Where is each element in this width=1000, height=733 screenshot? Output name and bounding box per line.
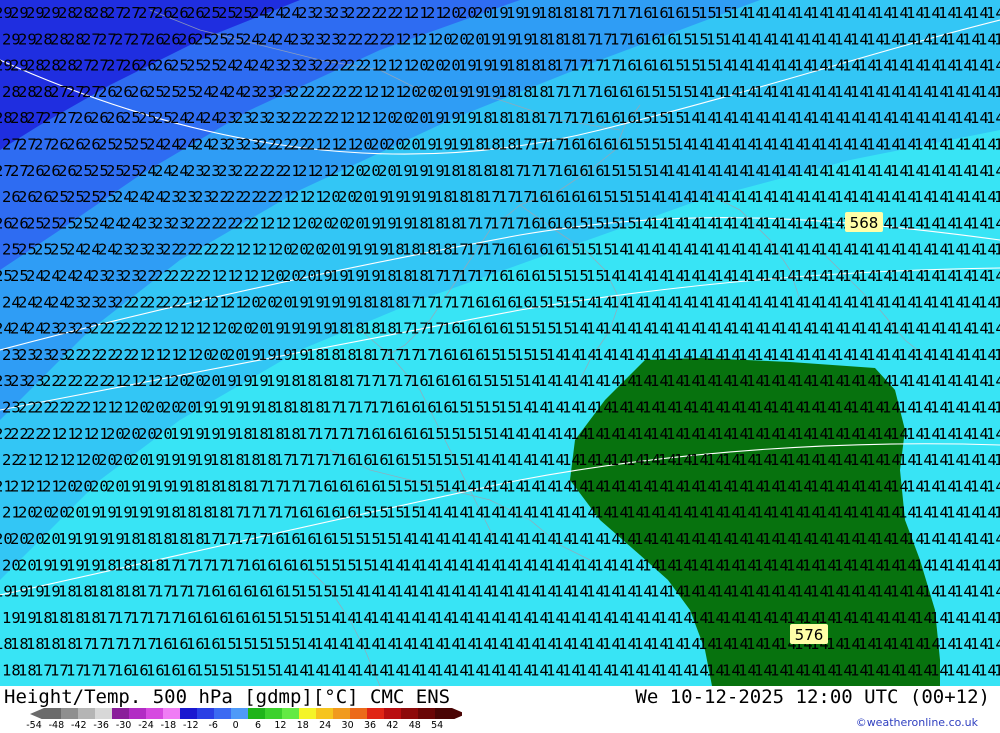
temperature-value: 14 [986,530,1000,548]
temperature-value: 14 [994,556,1000,574]
colorbar-swatch [350,708,367,719]
temperature-value: 14 [994,241,1000,259]
colorbar-tick-label: -36 [93,720,109,731]
colorbar-swatch [129,708,146,719]
colorbar-swatch [214,708,231,719]
colorbar-tick-label: 42 [386,720,399,731]
colorbar-tick-label: 30 [341,720,354,731]
temperature-value: 14 [986,267,1000,285]
colorbar-arrow-left [30,708,44,719]
colorbar-swatch [418,708,435,719]
colorbar-swatch [401,708,418,719]
colorbar-swatch [61,708,78,719]
temperature-value: 14 [986,635,1000,653]
temperature-value: 14 [986,162,1000,180]
map-title: Height/Temp. 500 hPa [gdmp][°C] CMC ENS [4,686,451,708]
temperature-value: 14 [986,4,1000,22]
colorbar-tick-label: 48 [408,720,421,731]
temperature-value: 14 [994,346,1000,364]
colorbar-swatch [265,708,282,719]
temperature-value: 14 [994,399,1000,417]
colorbar-tick-label: 36 [363,720,377,731]
colorbar-tick-label: 12 [274,720,287,731]
temperature-value: 14 [986,372,1000,390]
colorbar-swatch [435,708,452,719]
map-canvas: 2929292928282827272726262625252524242423… [0,0,1000,686]
colorbar-tick-label: 24 [319,720,332,731]
map-panel: 2929292928282827272726262625252524242423… [0,0,1000,686]
colorbar-tick-label: -24 [138,720,154,731]
contour-label-568: 568 [845,212,883,232]
temperature-value: 14 [986,320,1000,338]
temperature-value: 14 [994,136,1000,154]
colorbar-swatch [248,708,265,719]
temperature-value: 14 [994,293,1000,311]
temperature-value: 14 [986,477,1000,495]
temperature-value: 14 [986,109,1000,127]
colorbar-tick-label: -42 [71,720,87,731]
temperature-value: 14 [994,609,1000,627]
temperature-value: 14 [986,583,1000,601]
colorbar-swatch [384,708,401,719]
temperature-value: 14 [994,30,1000,48]
temperature-value: 14 [994,504,1000,522]
contour-label-576: 576 [790,624,828,644]
colorbar-tick-label: 0 [232,720,239,731]
colorbar-swatch [163,708,180,719]
colorbar-swatch [180,708,197,719]
colorbar-tick-label: -54 [26,720,42,731]
temperature-value: 14 [986,425,1000,443]
colorbar-tick-label: 6 [254,720,262,731]
colorbar-swatch [316,708,333,719]
colorbar-swatch [78,708,95,719]
colorbar-swatch [231,708,248,719]
valid-datetime: We 10-12-2025 12:00 UTC (00+12) [635,686,990,708]
colorbar [30,708,462,719]
colorbar-swatch [197,708,214,719]
colorbar-swatch [95,708,112,719]
colorbar-swatch [146,708,163,719]
colorbar-tick-label: 18 [296,720,309,731]
colorbar-swatch [282,708,299,719]
colorbar-swatch [333,708,350,719]
credit-link[interactable]: ©weatheronline.co.uk [856,716,978,729]
colorbar-swatch [367,708,384,719]
colorbar-arrow-right [452,708,462,719]
temperature-value: 14 [986,57,1000,75]
colorbar-tick-label: -12 [183,720,199,731]
temperature-value: 14 [994,662,1000,680]
colorbar-tick-label: -18 [160,720,177,731]
colorbar-tick-label: -30 [115,720,132,731]
colorbar-swatch [44,708,61,719]
footer: Height/Temp. 500 hPa [gdmp][°C] CMC ENS … [0,686,1000,733]
contour-label-576-text: 576 [795,626,824,644]
temperature-value: 14 [994,83,1000,101]
temperature-value: 14 [994,188,1000,206]
colorbar-tick-label: -48 [48,720,65,731]
colorbar-tick-label: 54 [431,720,444,731]
temperature-value: 14 [986,214,1000,232]
colorbar-swatch [112,708,129,719]
contour-label-568-text: 568 [850,214,879,232]
temperature-value: 14 [994,451,1000,469]
colorbar-swatch [299,708,316,719]
colorbar-tick-label: -6 [208,720,218,731]
